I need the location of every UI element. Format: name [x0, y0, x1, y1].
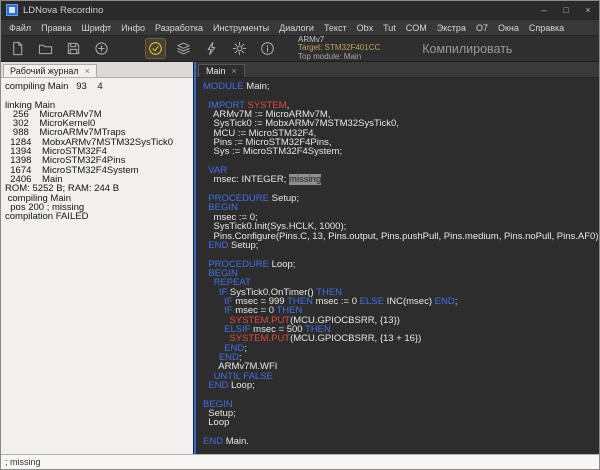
- top-module-label: Top module: Main: [298, 53, 380, 62]
- menu-item[interactable]: COM: [401, 23, 432, 33]
- log-output: compiling Main 93 4 linking Main 256 Mic…: [1, 78, 193, 454]
- tab-work-log[interactable]: Рабочий журнал ×: [3, 64, 97, 77]
- flash-icon[interactable]: [202, 39, 221, 58]
- menu-item[interactable]: Разработка: [150, 23, 208, 33]
- code-line: Loop: [203, 418, 599, 427]
- code-line: END Setup;: [203, 241, 599, 250]
- menu-item[interactable]: Инфо: [116, 23, 150, 33]
- menu-item[interactable]: О7: [471, 23, 493, 33]
- open-file-icon[interactable]: [36, 39, 55, 58]
- gear-icon[interactable]: [230, 39, 249, 58]
- editor-panel: Main × MODULE Main; IMPORT SYSTEM, ARMv7…: [194, 62, 599, 454]
- code-line: [203, 390, 599, 399]
- menu-bar: ФайлПравкаШрифтИнфоРазработкаИнструменты…: [1, 19, 599, 35]
- menu-item[interactable]: Текст: [319, 23, 352, 33]
- build-info: ARMv7 Target: STM32F401CC Top module: Ma…: [298, 36, 380, 62]
- check-icon[interactable]: [146, 39, 165, 58]
- maximize-button[interactable]: □: [555, 1, 577, 19]
- menu-item[interactable]: Правка: [36, 23, 76, 33]
- status-text: ; missing: [5, 457, 41, 467]
- code-line: END;: [203, 344, 599, 353]
- title-bar: LDNova Recordino – □ ×: [1, 1, 599, 19]
- log-line: compilation FAILED: [5, 212, 191, 221]
- code-editor[interactable]: MODULE Main; IMPORT SYSTEM, ARMv7M := Mi…: [196, 78, 599, 454]
- info-icon[interactable]: [258, 39, 277, 58]
- code-line: MODULE Main;: [203, 82, 599, 91]
- code-line: BEGIN: [203, 203, 599, 212]
- app-icon: [6, 4, 18, 16]
- main-content: Рабочий журнал × compiling Main 93 4 lin…: [1, 62, 599, 454]
- menu-item[interactable]: Tut: [378, 23, 401, 33]
- log-panel: Рабочий журнал × compiling Main 93 4 lin…: [1, 62, 194, 454]
- log-tab-label: Рабочий журнал: [10, 66, 79, 76]
- code-line: BEGIN: [203, 400, 599, 409]
- toolbar: ARMv7 Target: STM32F401CC Top module: Ma…: [1, 35, 599, 62]
- code-line: msec: INTEGER; missing: [203, 175, 599, 184]
- menu-item[interactable]: Инструменты: [208, 23, 274, 33]
- close-icon[interactable]: ×: [85, 67, 90, 76]
- save-icon[interactable]: [64, 39, 83, 58]
- code-line: Pins.Configure(Pins.C, 13, Pins.output, …: [203, 232, 599, 241]
- code-line: UNTIL FALSE: [203, 372, 599, 381]
- menu-item[interactable]: Окна: [493, 23, 524, 33]
- log-line: compiling Main 93 4: [5, 82, 191, 91]
- menu-item[interactable]: Экстра: [432, 23, 471, 33]
- close-button[interactable]: ×: [577, 1, 599, 19]
- minimize-button[interactable]: –: [533, 1, 555, 19]
- status-bar: ; missing: [1, 454, 599, 469]
- code-line: PROCEDURE Setup;: [203, 194, 599, 203]
- code-line: PROCEDURE Loop;: [203, 260, 599, 269]
- code-line: Sys := MicroSTM32F4System;: [203, 147, 599, 156]
- compile-button[interactable]: Компилировать: [422, 42, 512, 56]
- code-line: Setup;: [203, 409, 599, 418]
- menu-item[interactable]: Шрифт: [77, 23, 117, 33]
- code-line: END Main.: [203, 437, 599, 446]
- layers-icon[interactable]: [174, 39, 193, 58]
- menu-item[interactable]: Obx: [352, 23, 379, 33]
- code-line: SYSTEM.PUT(MCU.GPIOCBSRR, {13 + 16}): [203, 334, 599, 343]
- code-line: BEGIN: [203, 269, 599, 278]
- app-window: LDNova Recordino – □ × ФайлПравкаШрифтИн…: [0, 0, 600, 470]
- menu-item[interactable]: Справка: [524, 23, 569, 33]
- log-tab-bar: Рабочий журнал ×: [1, 62, 193, 78]
- menu-item[interactable]: Файл: [4, 23, 36, 33]
- close-icon[interactable]: ×: [232, 67, 237, 76]
- code-line: [203, 157, 599, 166]
- editor-tab-label: Main: [206, 66, 226, 76]
- code-line: END Loop;: [203, 381, 599, 390]
- toolbar-icons: [8, 39, 286, 58]
- add-icon[interactable]: [92, 39, 111, 58]
- code-line: [203, 428, 599, 437]
- new-file-icon[interactable]: [8, 39, 27, 58]
- menu-item[interactable]: Диалоги: [274, 23, 319, 33]
- window-controls: – □ ×: [533, 1, 599, 19]
- window-title: LDNova Recordino: [23, 5, 533, 16]
- editor-tab-bar: Main ×: [196, 62, 599, 78]
- tab-main-module[interactable]: Main ×: [198, 64, 245, 77]
